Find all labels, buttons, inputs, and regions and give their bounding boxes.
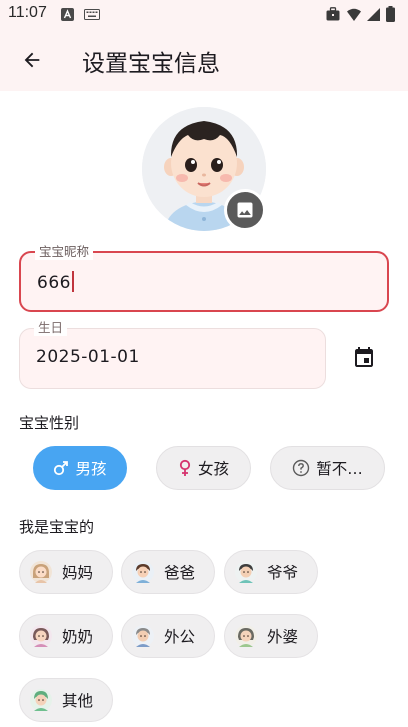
nickname-field[interactable]: 宝宝昵称 666 bbox=[19, 244, 389, 312]
gender-option-label: 暂不… bbox=[316, 460, 363, 478]
maternal-grandpa-avatar-icon bbox=[132, 625, 154, 647]
signal-icon bbox=[367, 8, 380, 21]
keyboard-icon bbox=[84, 9, 100, 20]
nickname-label: 宝宝昵称 bbox=[35, 244, 94, 260]
father-avatar-icon bbox=[132, 561, 154, 583]
page-title: 设置宝宝信息 bbox=[82, 51, 220, 77]
relation-option-label: 爸爸 bbox=[164, 564, 196, 582]
relation-option-label: 妈妈 bbox=[62, 564, 94, 582]
gender-option-girl[interactable]: 女孩 bbox=[156, 446, 251, 490]
relation-option-label: 外公 bbox=[164, 628, 196, 646]
gender-option-label: 男孩 bbox=[75, 460, 107, 478]
status-time: 11:07 bbox=[8, 4, 47, 21]
help-icon bbox=[292, 459, 310, 477]
relation-option-maternal-grandma[interactable]: 外婆 bbox=[224, 614, 318, 658]
relation-option-father[interactable]: 爸爸 bbox=[121, 550, 215, 594]
app-notification-icon bbox=[61, 8, 74, 21]
relation-option-other[interactable]: 其他 bbox=[19, 678, 113, 722]
relation-section-title: 我是宝宝的 bbox=[19, 518, 95, 536]
calendar-icon bbox=[355, 347, 373, 367]
relation-option-mother[interactable]: 妈妈 bbox=[19, 550, 113, 594]
status-bar: 11:07 bbox=[0, 0, 408, 30]
battery-icon bbox=[386, 6, 395, 22]
birthday-field[interactable]: 生日 2025-01-01 bbox=[19, 320, 326, 389]
relation-option-label: 爷爷 bbox=[267, 564, 299, 582]
male-icon bbox=[53, 460, 69, 476]
image-icon bbox=[237, 202, 253, 218]
relation-option-label: 奶奶 bbox=[62, 628, 94, 646]
grandpa-avatar-icon bbox=[235, 561, 257, 583]
app-bar: 设置宝宝信息 bbox=[0, 30, 408, 91]
relation-option-label: 外婆 bbox=[267, 628, 299, 646]
relation-option-label: 其他 bbox=[62, 692, 94, 710]
gender-option-unspecified[interactable]: 暂不… bbox=[270, 446, 385, 490]
relation-option-maternal-grandpa[interactable]: 外公 bbox=[121, 614, 215, 658]
other-avatar-icon bbox=[30, 689, 52, 711]
birthday-label: 生日 bbox=[34, 320, 68, 336]
wifi-icon bbox=[347, 8, 361, 21]
grandma-avatar-icon bbox=[30, 625, 52, 647]
birthday-value: 2025-01-01 bbox=[36, 347, 140, 367]
arrow-back-icon bbox=[24, 52, 40, 68]
gender-option-boy[interactable]: 男孩 bbox=[33, 446, 127, 490]
female-icon bbox=[178, 459, 192, 477]
relation-option-grandpa[interactable]: 爷爷 bbox=[224, 550, 318, 594]
back-button[interactable] bbox=[14, 42, 50, 78]
gender-section-title: 宝宝性别 bbox=[19, 414, 80, 432]
nickname-value: 666 bbox=[37, 273, 71, 293]
text-cursor bbox=[71, 271, 74, 292]
change-photo-button[interactable] bbox=[224, 189, 266, 231]
briefcase-icon bbox=[326, 7, 340, 21]
baby-avatar[interactable] bbox=[142, 107, 266, 231]
mother-avatar-icon bbox=[30, 561, 52, 583]
nickname-input[interactable]: 666 bbox=[37, 271, 74, 293]
gender-option-label: 女孩 bbox=[197, 460, 229, 478]
relation-option-grandma[interactable]: 奶奶 bbox=[19, 614, 113, 658]
calendar-button[interactable] bbox=[346, 340, 382, 376]
maternal-grandma-avatar-icon bbox=[235, 625, 257, 647]
